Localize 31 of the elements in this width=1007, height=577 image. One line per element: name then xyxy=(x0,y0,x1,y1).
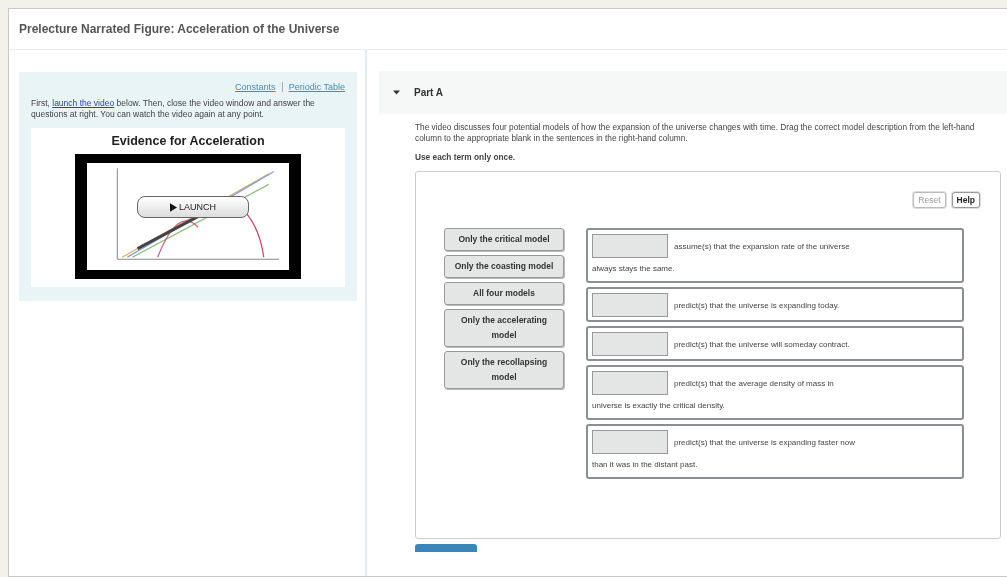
draggable-term[interactable]: All four models xyxy=(444,282,564,305)
draggable-term[interactable]: Only the recollapsing model xyxy=(444,351,564,389)
draggable-term[interactable]: Only the critical model xyxy=(444,228,564,251)
part-title: Part A xyxy=(414,87,444,98)
video-title: Evidence for Acceleration xyxy=(111,134,265,148)
drop-target[interactable] xyxy=(592,332,668,356)
draggable-term[interactable]: Only the coasting model xyxy=(444,255,564,278)
constants-link[interactable]: Constants xyxy=(235,82,276,92)
question-text: The video discusses four potential models of how the expansion of the universe changes with time. Drag the correct model description from the left-hand column to the appropriate blank in the sentences in the right-hand column. xyxy=(415,122,976,144)
launch-button[interactable]: LAUNCH xyxy=(137,196,249,218)
intro-text: First, launch the video below. Then, close the video window and answer the questions at right. You can watch the video again at any point. xyxy=(31,98,316,120)
play-icon xyxy=(170,202,177,212)
launch-video-link[interactable]: launch the video xyxy=(52,98,115,108)
help-button[interactable]: Help xyxy=(951,192,980,208)
sentence-text: universe is exactly the critical density. xyxy=(592,401,726,411)
draggable-term[interactable]: Only the accelerating model xyxy=(444,309,564,347)
sentence-text: assume(s) that the expansion rate of the universe xyxy=(674,241,850,251)
sentence-text: predict(s) that the universe will someday contract. xyxy=(674,339,850,349)
window-title: Prelecture Narrated Figure: Acceleration of the Universe xyxy=(19,22,340,36)
sentence-text: than it was in the distant past. xyxy=(592,460,699,470)
drop-target[interactable] xyxy=(592,293,668,317)
sentence-text: predict(s) that the universe is expanding today. xyxy=(674,300,840,310)
sentence-text: predict(s) that the universe is expanding faster now xyxy=(674,437,855,447)
drop-target[interactable] xyxy=(592,430,668,454)
sentence-text: always stays the same. xyxy=(592,264,676,274)
part-header[interactable]: Part A xyxy=(379,71,1007,114)
instruction-text: Use each term only once. xyxy=(415,152,517,162)
drop-target[interactable] xyxy=(592,371,668,395)
drop-target[interactable] xyxy=(592,234,668,258)
sentence-text: predict(s) that the average density of mass in xyxy=(674,378,834,388)
periodic-table-link[interactable]: Periodic Table xyxy=(288,82,345,92)
